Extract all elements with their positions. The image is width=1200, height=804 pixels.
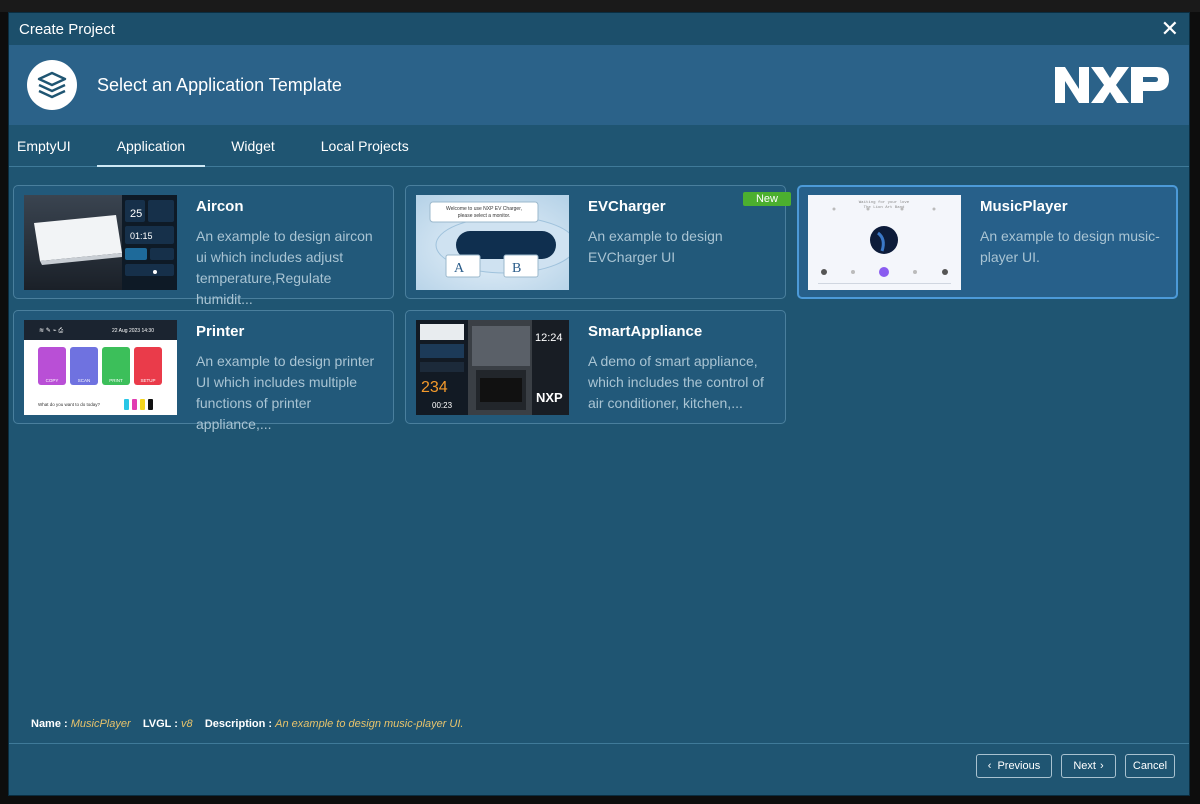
cancel-button[interactable]: Cancel <box>1125 754 1175 778</box>
create-project-dialog: Create Project ✕ Select an Application T… <box>8 12 1190 796</box>
card-description: A demo of smart appliance, which include… <box>588 353 764 411</box>
card-title: MusicPlayer <box>980 198 1068 215</box>
previous-label: Previous <box>997 760 1041 772</box>
next-label: Next <box>1073 760 1096 772</box>
svg-text:≋ ✎ ⌁ ⎙: ≋ ✎ ⌁ ⎙ <box>39 327 63 334</box>
name-label: Name : <box>31 718 68 730</box>
printer-thumb-question: What do you want to do today? <box>38 402 101 407</box>
card-description: An example to design printer UI which in… <box>196 353 375 432</box>
background-window-strip <box>0 0 1200 12</box>
tab-widget[interactable]: Widget <box>211 138 295 166</box>
svg-text:Waiting for your love: Waiting for your love <box>859 200 910 205</box>
dialog-titlebar: Create Project ✕ <box>9 13 1189 45</box>
smart-thumb-num: 234 <box>421 379 448 396</box>
card-description: An example to design music-player UI. <box>980 228 1160 265</box>
smart-thumb-timer: 00:23 <box>432 401 453 410</box>
tab-local-projects[interactable]: Local Projects <box>301 138 429 166</box>
card-title: SmartAppliance <box>588 323 703 340</box>
card-description: An example to design aircon ui which inc… <box>196 228 373 307</box>
smart-thumb-clock: 12:24 <box>535 332 563 344</box>
selected-template-info: Name : MusicPlayer LVGL : v8 Description… <box>31 718 463 730</box>
close-icon[interactable]: ✕ <box>1161 18 1179 40</box>
chevron-right-icon: › <box>1099 760 1104 772</box>
tab-application[interactable]: Application <box>96 138 206 167</box>
template-card-musicplayer[interactable]: Waiting for your love The Lion Art Band <box>797 185 1178 299</box>
card-title: Aircon <box>196 198 244 215</box>
dialog-title: Create Project <box>19 20 115 38</box>
chevron-left-icon: ‹ <box>987 760 992 772</box>
cancel-label: Cancel <box>1132 760 1168 772</box>
printer-thumb-copy: COPY <box>46 378 59 383</box>
ev-thumb-a: A <box>454 261 465 276</box>
printer-thumb-setup: SETUP <box>140 378 155 383</box>
name-value: MusicPlayer <box>70 718 131 730</box>
lvgl-label: LVGL : <box>142 718 178 730</box>
musicplayer-thumbnail: Waiting for your love The Lion Art Band <box>808 195 961 290</box>
description-label: Description : <box>204 718 273 730</box>
svg-text:Welcome to use NXP EV Charger,: Welcome to use NXP EV Charger, <box>446 206 522 212</box>
printer-thumb-date: 22 Aug 2023 14:30 <box>112 328 154 334</box>
previous-button[interactable]: ‹ Previous <box>976 754 1052 778</box>
footer-divider <box>9 743 1189 744</box>
svg-text:please select a monitor.: please select a monitor. <box>458 213 511 219</box>
svg-text:The Lion Art Band: The Lion Art Band <box>864 205 905 210</box>
header-title: Select an Application Template <box>97 74 342 95</box>
printer-thumb-print: PRINT <box>109 378 123 383</box>
ev-thumb-b: B <box>512 261 521 276</box>
nxp-logo <box>1053 65 1171 110</box>
smartappliance-thumbnail: 234 00:23 12:24 NXP <box>416 320 569 415</box>
tab-emptyui[interactable]: EmptyUI <box>17 138 91 166</box>
aircon-thumb-temp: 25 <box>130 208 142 220</box>
aircon-thumbnail: 25 01:15 <box>24 195 177 290</box>
aircon-thumb-time: 01:15 <box>130 231 153 241</box>
layers-icon <box>27 60 77 110</box>
card-title: Printer <box>196 323 245 340</box>
new-badge: New <box>742 192 791 206</box>
dialog-header: Select an Application Template <box>9 45 1189 125</box>
template-tabs: EmptyUI Application Widget Local Project… <box>9 125 1189 167</box>
printer-thumb-scan: SCAN <box>78 378 91 383</box>
card-description: An example to design EVCharger UI <box>588 228 723 265</box>
description-value: An example to design music-player UI. <box>275 718 464 730</box>
template-card-evcharger[interactable]: Welcome to use NXP EV Charger, please se… <box>405 185 791 299</box>
lvgl-value: v8 <box>181 718 193 730</box>
next-button[interactable]: Next › <box>1061 754 1116 778</box>
printer-thumbnail: ≋ ✎ ⌁ ⎙ 22 Aug 2023 14:30 COPY SCAN PRIN… <box>24 320 177 415</box>
template-card-smartappliance[interactable]: 234 00:23 12:24 NXP SmartAppliance A dem… <box>405 310 786 424</box>
template-card-aircon[interactable]: 25 01:15 Aircon An example to design air… <box>13 185 394 307</box>
template-card-printer[interactable]: ≋ ✎ ⌁ ⎙ 22 Aug 2023 14:30 COPY SCAN PRIN… <box>13 310 394 432</box>
card-title: EVCharger <box>588 198 666 215</box>
evcharger-thumbnail: Welcome to use NXP EV Charger, please se… <box>416 195 569 290</box>
smart-thumb-logo: NXP <box>536 390 563 405</box>
